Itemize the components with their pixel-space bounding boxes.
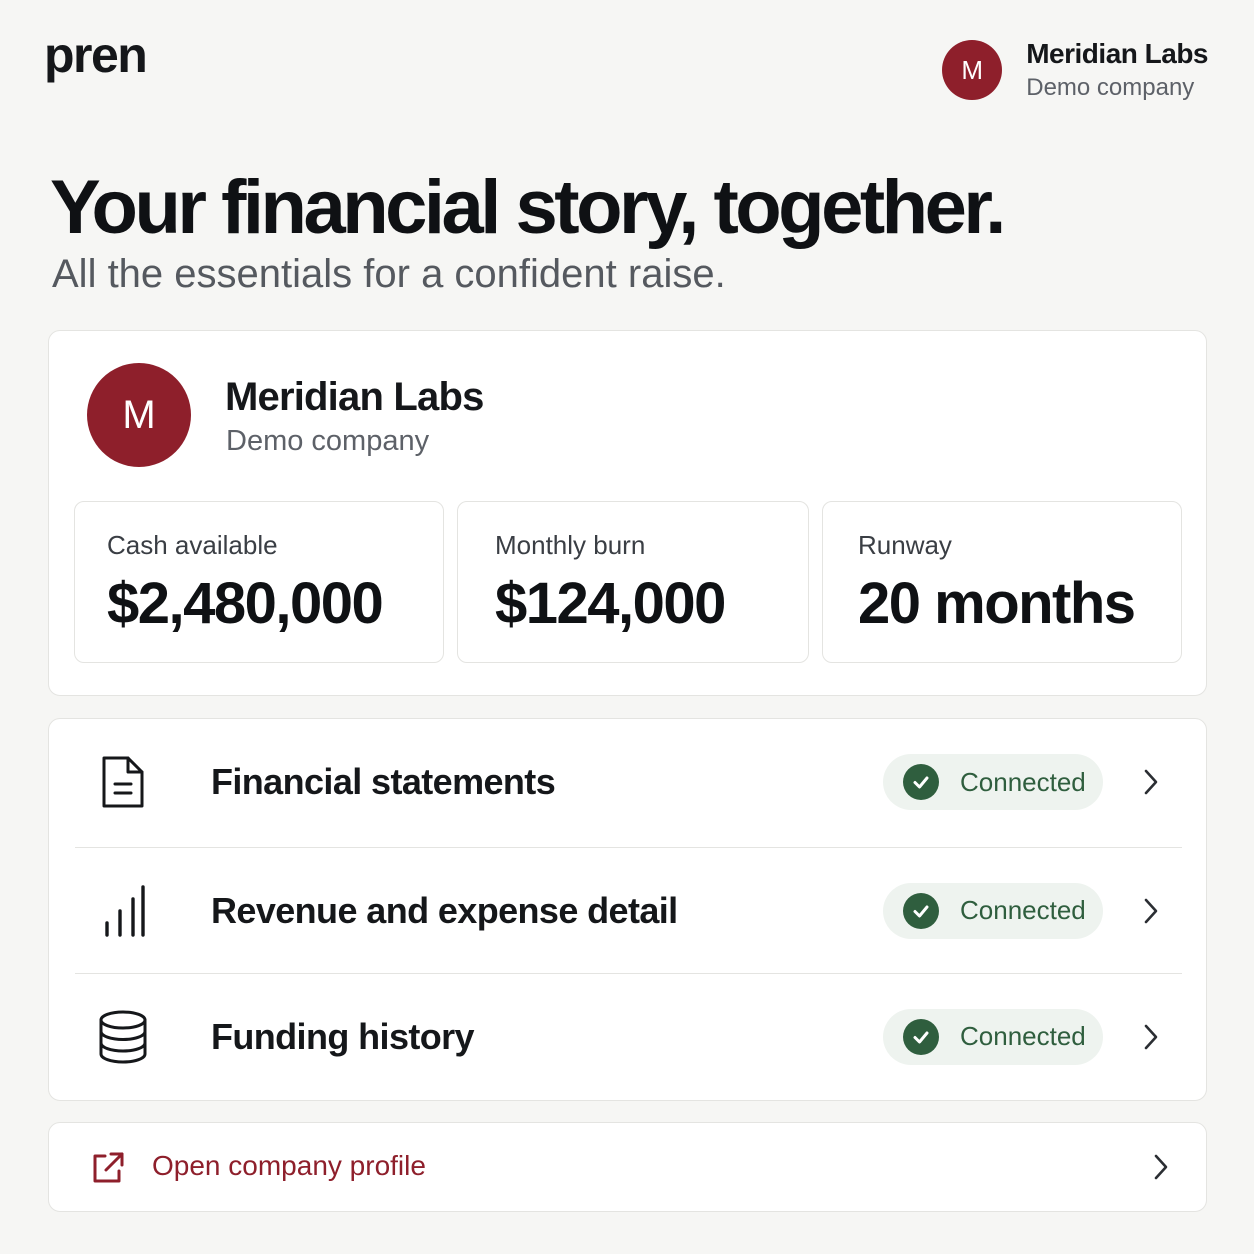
source-row-funding-history[interactable]: Funding history Connected (75, 973, 1182, 1099)
source-label: Financial statements (211, 761, 556, 802)
check-icon (903, 764, 939, 800)
stat-value: $124,000 (495, 571, 726, 636)
company-avatar: M (87, 363, 191, 467)
status-badge: Connected (883, 882, 1103, 939)
source-label: Revenue and expense detail (211, 889, 678, 931)
stat-label: Runway (858, 530, 952, 560)
document-icon (95, 754, 151, 810)
stat-monthly-burn: Monthly burn $124,000 (457, 501, 809, 663)
source-label: Funding history (211, 1015, 475, 1057)
company-card: M Meridian Labs Demo company Cash availa… (48, 330, 1207, 696)
page-title: Your financial story, together. (50, 165, 1006, 250)
chevron-right-icon[interactable] (1137, 768, 1165, 796)
status-badge: Connected (883, 1008, 1103, 1065)
page-subtitle: All the essentials for a confident raise… (52, 252, 726, 296)
open-company-profile-link[interactable]: Open company profile (48, 1122, 1207, 1212)
account-subtitle: Demo company (1026, 74, 1195, 101)
stat-value: 20 months (858, 571, 1136, 636)
stat-cash-available: Cash available $2,480,000 (74, 501, 444, 663)
stat-label: Cash available (107, 530, 278, 560)
bar-chart-icon (95, 883, 151, 939)
account-name: Meridian Labs (1026, 38, 1208, 69)
chevron-right-icon[interactable] (1137, 1023, 1165, 1051)
source-row-financial-statements[interactable]: Financial statements Connected (75, 719, 1182, 845)
account-avatar: M (942, 40, 1003, 100)
data-sources-card: Financial statements Connected Revenue a… (48, 718, 1207, 1101)
company-name: Meridian Labs (225, 375, 484, 419)
external-link-icon (87, 1148, 127, 1188)
check-icon (903, 892, 939, 929)
database-icon (95, 1009, 151, 1065)
status-text: Connected (960, 895, 1086, 925)
status-text: Connected (960, 766, 1086, 797)
status-text: Connected (960, 1021, 1086, 1051)
account-switcher[interactable]: M Meridian Labs Demo company (942, 38, 1208, 102)
check-icon (903, 1018, 939, 1055)
page: pren M Meridian Labs Demo company Your f… (0, 0, 1254, 1254)
stat-value: $2,480,000 (107, 571, 384, 636)
status-badge: Connected (883, 754, 1103, 810)
link-label: Open company profile (152, 1150, 426, 1181)
chevron-right-icon[interactable] (1137, 897, 1165, 925)
stat-label: Monthly burn (495, 530, 646, 560)
stat-runway: Runway 20 months (822, 501, 1182, 663)
chevron-right-icon[interactable] (1151, 1153, 1179, 1181)
account-text: Meridian Labs Demo company (1026, 38, 1208, 102)
company-subtitle: Demo company (226, 425, 430, 457)
source-row-revenue-expense[interactable]: Revenue and expense detail Connected (75, 847, 1182, 973)
app-logo[interactable]: pren (44, 26, 148, 84)
